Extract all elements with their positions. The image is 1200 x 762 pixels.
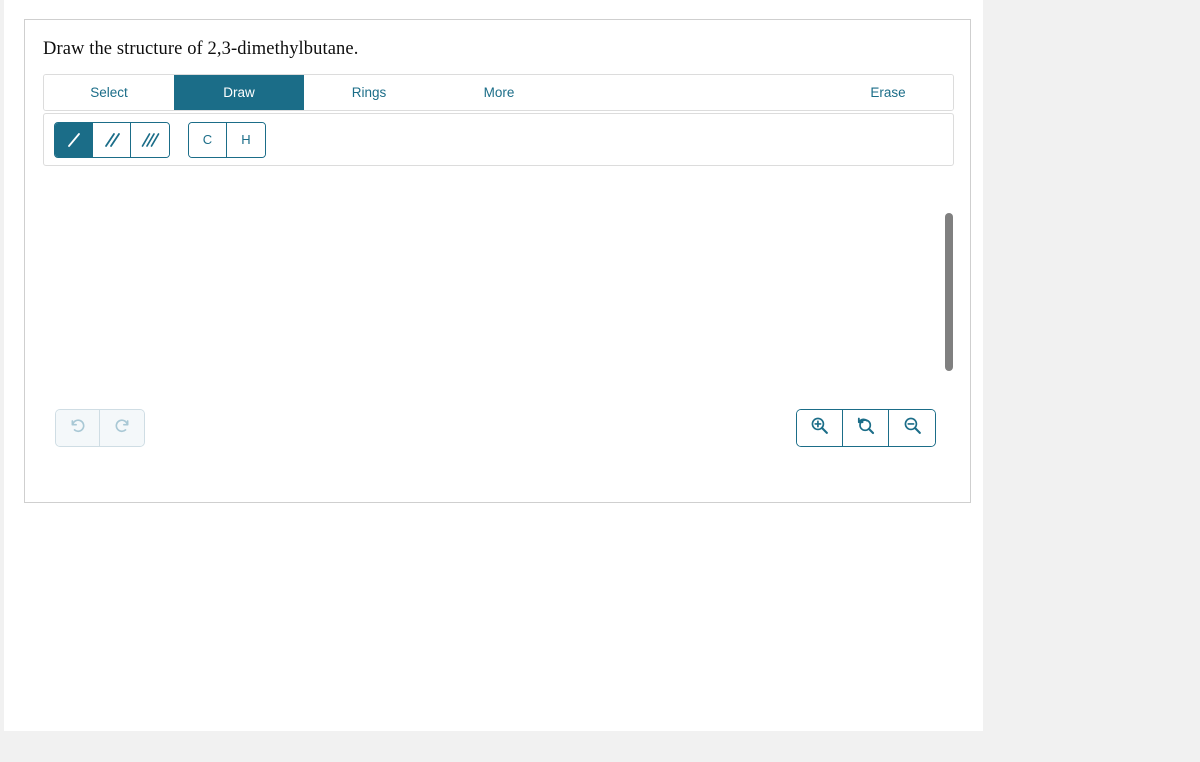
- tab-select[interactable]: Select: [44, 75, 174, 110]
- triple-bond-icon: [140, 130, 160, 150]
- tab-bar-spacer: [564, 75, 823, 110]
- history-button-group: [55, 409, 145, 447]
- atom-carbon-label: C: [202, 132, 213, 147]
- draw-tool-bar: C H: [43, 113, 954, 166]
- zoom-in-button[interactable]: [797, 410, 843, 446]
- page-title: Draw the structure of 2,3-dimethylbutane…: [43, 39, 359, 59]
- tab-erase-label: Erase: [870, 85, 906, 100]
- atom-hydrogen-label: H: [241, 132, 251, 147]
- zoom-button-group: [796, 409, 936, 447]
- editor-tab-bar: Select Draw Rings More Erase: [43, 74, 954, 111]
- undo-arrow-icon: [68, 416, 87, 440]
- tab-rings[interactable]: Rings: [304, 75, 434, 110]
- tab-draw[interactable]: Draw: [174, 75, 304, 110]
- bond-tool-group: [54, 121, 170, 158]
- atom-hydrogen-button[interactable]: H: [227, 122, 265, 157]
- magnifier-minus-icon: [902, 415, 923, 441]
- triple-bond-button[interactable]: [131, 122, 169, 157]
- magnifier-reset-icon: [855, 415, 876, 441]
- canvas-scrollbar-thumb[interactable]: [945, 213, 953, 371]
- zoom-reset-button[interactable]: [843, 410, 889, 446]
- zoom-out-button[interactable]: [889, 410, 935, 446]
- canvas-scrollbar[interactable]: [944, 213, 955, 378]
- single-bond-icon: [64, 130, 84, 150]
- page-sheet: Draw the structure of 2,3-dimethylbutane…: [4, 0, 983, 731]
- molecule-editor-frame: Draw the structure of 2,3-dimethylbutane…: [24, 19, 971, 503]
- tab-draw-label: Draw: [223, 85, 255, 100]
- tab-more[interactable]: More: [434, 75, 564, 110]
- tab-more-label: More: [483, 85, 515, 100]
- double-bond-icon: [102, 130, 122, 150]
- tab-select-label: Select: [90, 85, 128, 100]
- magnifier-plus-icon: [809, 415, 830, 441]
- undo-button[interactable]: [56, 410, 100, 446]
- redo-arrow-icon: [113, 416, 132, 440]
- single-bond-button[interactable]: [55, 122, 93, 157]
- double-bond-button[interactable]: [93, 122, 131, 157]
- atom-tool-group: C H: [188, 121, 266, 158]
- redo-button[interactable]: [100, 410, 144, 446]
- tab-rings-label: Rings: [351, 85, 387, 100]
- tab-erase[interactable]: Erase: [823, 75, 953, 110]
- atom-carbon-button[interactable]: C: [189, 122, 227, 157]
